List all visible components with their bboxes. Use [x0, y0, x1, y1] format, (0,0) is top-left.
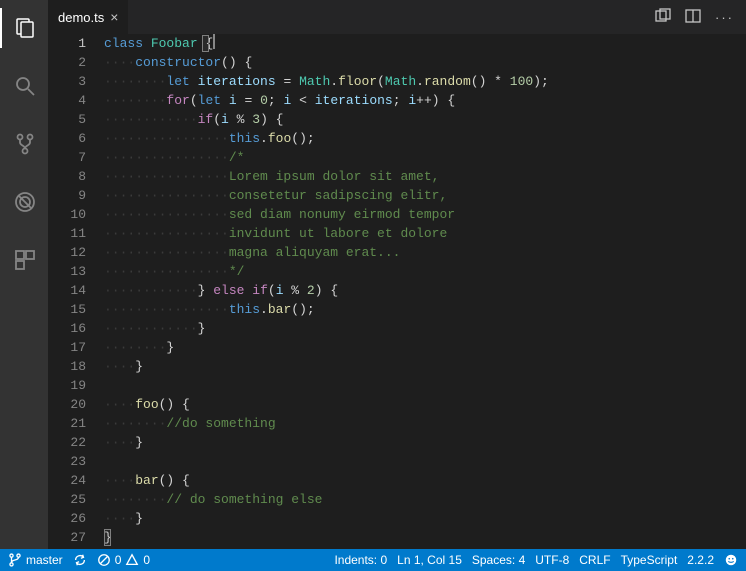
- split-editor-icon[interactable]: [685, 8, 701, 27]
- code-line[interactable]: ····constructor() {: [104, 53, 746, 72]
- line-number: 11: [48, 224, 86, 243]
- tab-active[interactable]: demo.ts ×: [48, 0, 129, 34]
- status-feedback-icon[interactable]: [724, 553, 738, 567]
- status-branch[interactable]: master: [8, 553, 63, 567]
- code-line[interactable]: ················this.foo();: [104, 129, 746, 148]
- line-number: 22: [48, 433, 86, 452]
- status-eol[interactable]: CRLF: [579, 553, 610, 567]
- show-opened-editors-icon[interactable]: [655, 8, 671, 27]
- status-branch-name: master: [26, 553, 63, 567]
- line-number-gutter: 1234567891011121314151617181920212223242…: [48, 34, 104, 549]
- line-number: 13: [48, 262, 86, 281]
- code-line[interactable]: ········}: [104, 338, 746, 357]
- code-line[interactable]: ················sed diam nonumy eirmod t…: [104, 205, 746, 224]
- code-line[interactable]: ············} else if(i % 2) {: [104, 281, 746, 300]
- activity-bar: [0, 0, 48, 549]
- more-actions-icon[interactable]: ···: [715, 10, 734, 25]
- line-number: 17: [48, 338, 86, 357]
- code-line[interactable]: ····}: [104, 433, 746, 452]
- line-number: 19: [48, 376, 86, 395]
- line-number: 1: [48, 34, 86, 53]
- line-number: 9: [48, 186, 86, 205]
- line-number: 4: [48, 91, 86, 110]
- status-language[interactable]: TypeScript: [621, 553, 678, 567]
- line-number: 23: [48, 452, 86, 471]
- line-number: 5: [48, 110, 86, 129]
- line-number: 7: [48, 148, 86, 167]
- code-line[interactable]: ················invidunt ut labore et do…: [104, 224, 746, 243]
- code-line[interactable]: ················magna aliquyam erat...: [104, 243, 746, 262]
- status-cursor-position[interactable]: Ln 1, Col 15: [397, 553, 462, 567]
- line-number: 14: [48, 281, 86, 300]
- status-warning-count: 0: [143, 553, 150, 567]
- activity-extensions[interactable]: [0, 240, 48, 280]
- status-error-count: 0: [115, 553, 122, 567]
- line-number: 6: [48, 129, 86, 148]
- code-line[interactable]: class Foobar {: [104, 34, 746, 53]
- activity-source-control[interactable]: [0, 124, 48, 164]
- line-number: 15: [48, 300, 86, 319]
- code-line[interactable]: ········for(let i = 0; i < iterations; i…: [104, 91, 746, 110]
- code-line[interactable]: ············}: [104, 319, 746, 338]
- code-line[interactable]: ············if(i % 3) {: [104, 110, 746, 129]
- line-number: 24: [48, 471, 86, 490]
- status-problems[interactable]: 0 0: [97, 553, 150, 567]
- code-area[interactable]: class Foobar {····constructor() {·······…: [104, 34, 746, 549]
- editor-actions: ···: [643, 0, 746, 34]
- activity-explorer[interactable]: [0, 8, 48, 48]
- line-number: 27: [48, 528, 86, 547]
- status-version[interactable]: 2.2.2: [687, 553, 714, 567]
- line-number: 16: [48, 319, 86, 338]
- line-number: 2: [48, 53, 86, 72]
- code-line[interactable]: ················Lorem ipsum dolor sit am…: [104, 167, 746, 186]
- editor-tabs: demo.ts × ···: [48, 0, 746, 34]
- activity-search[interactable]: [0, 66, 48, 106]
- line-number: 26: [48, 509, 86, 528]
- status-sync[interactable]: [73, 553, 87, 567]
- code-line[interactable]: ················consetetur sadipscing el…: [104, 186, 746, 205]
- status-indent-size[interactable]: Spaces: 4: [472, 553, 525, 567]
- code-line[interactable]: }: [104, 528, 746, 547]
- code-line[interactable]: ········//do something: [104, 414, 746, 433]
- code-line[interactable]: ········let iterations = Math.floor(Math…: [104, 72, 746, 91]
- editor[interactable]: 1234567891011121314151617181920212223242…: [48, 34, 746, 549]
- status-bar: master 0 0 Indents: 0 Ln 1, Col 15 Space…: [0, 549, 746, 571]
- tab-close-icon[interactable]: ×: [110, 10, 118, 24]
- line-number: 8: [48, 167, 86, 186]
- status-indents[interactable]: Indents: 0: [334, 553, 387, 567]
- code-line[interactable]: ····}: [104, 357, 746, 376]
- code-line[interactable]: ····bar() {: [104, 471, 746, 490]
- activity-debug[interactable]: [0, 182, 48, 222]
- line-number: 18: [48, 357, 86, 376]
- code-line[interactable]: ················/*: [104, 148, 746, 167]
- line-number: 25: [48, 490, 86, 509]
- code-line[interactable]: ····foo() {: [104, 395, 746, 414]
- status-encoding[interactable]: UTF-8: [535, 553, 569, 567]
- code-line[interactable]: [104, 376, 746, 395]
- code-line[interactable]: [104, 452, 746, 471]
- line-number: 20: [48, 395, 86, 414]
- tab-filename: demo.ts: [58, 10, 104, 25]
- line-number: 21: [48, 414, 86, 433]
- line-number: 10: [48, 205, 86, 224]
- code-line[interactable]: ················*/: [104, 262, 746, 281]
- code-line[interactable]: ········// do something else: [104, 490, 746, 509]
- code-line[interactable]: ····}: [104, 509, 746, 528]
- line-number: 12: [48, 243, 86, 262]
- line-number: 3: [48, 72, 86, 91]
- code-line[interactable]: ················this.bar();: [104, 300, 746, 319]
